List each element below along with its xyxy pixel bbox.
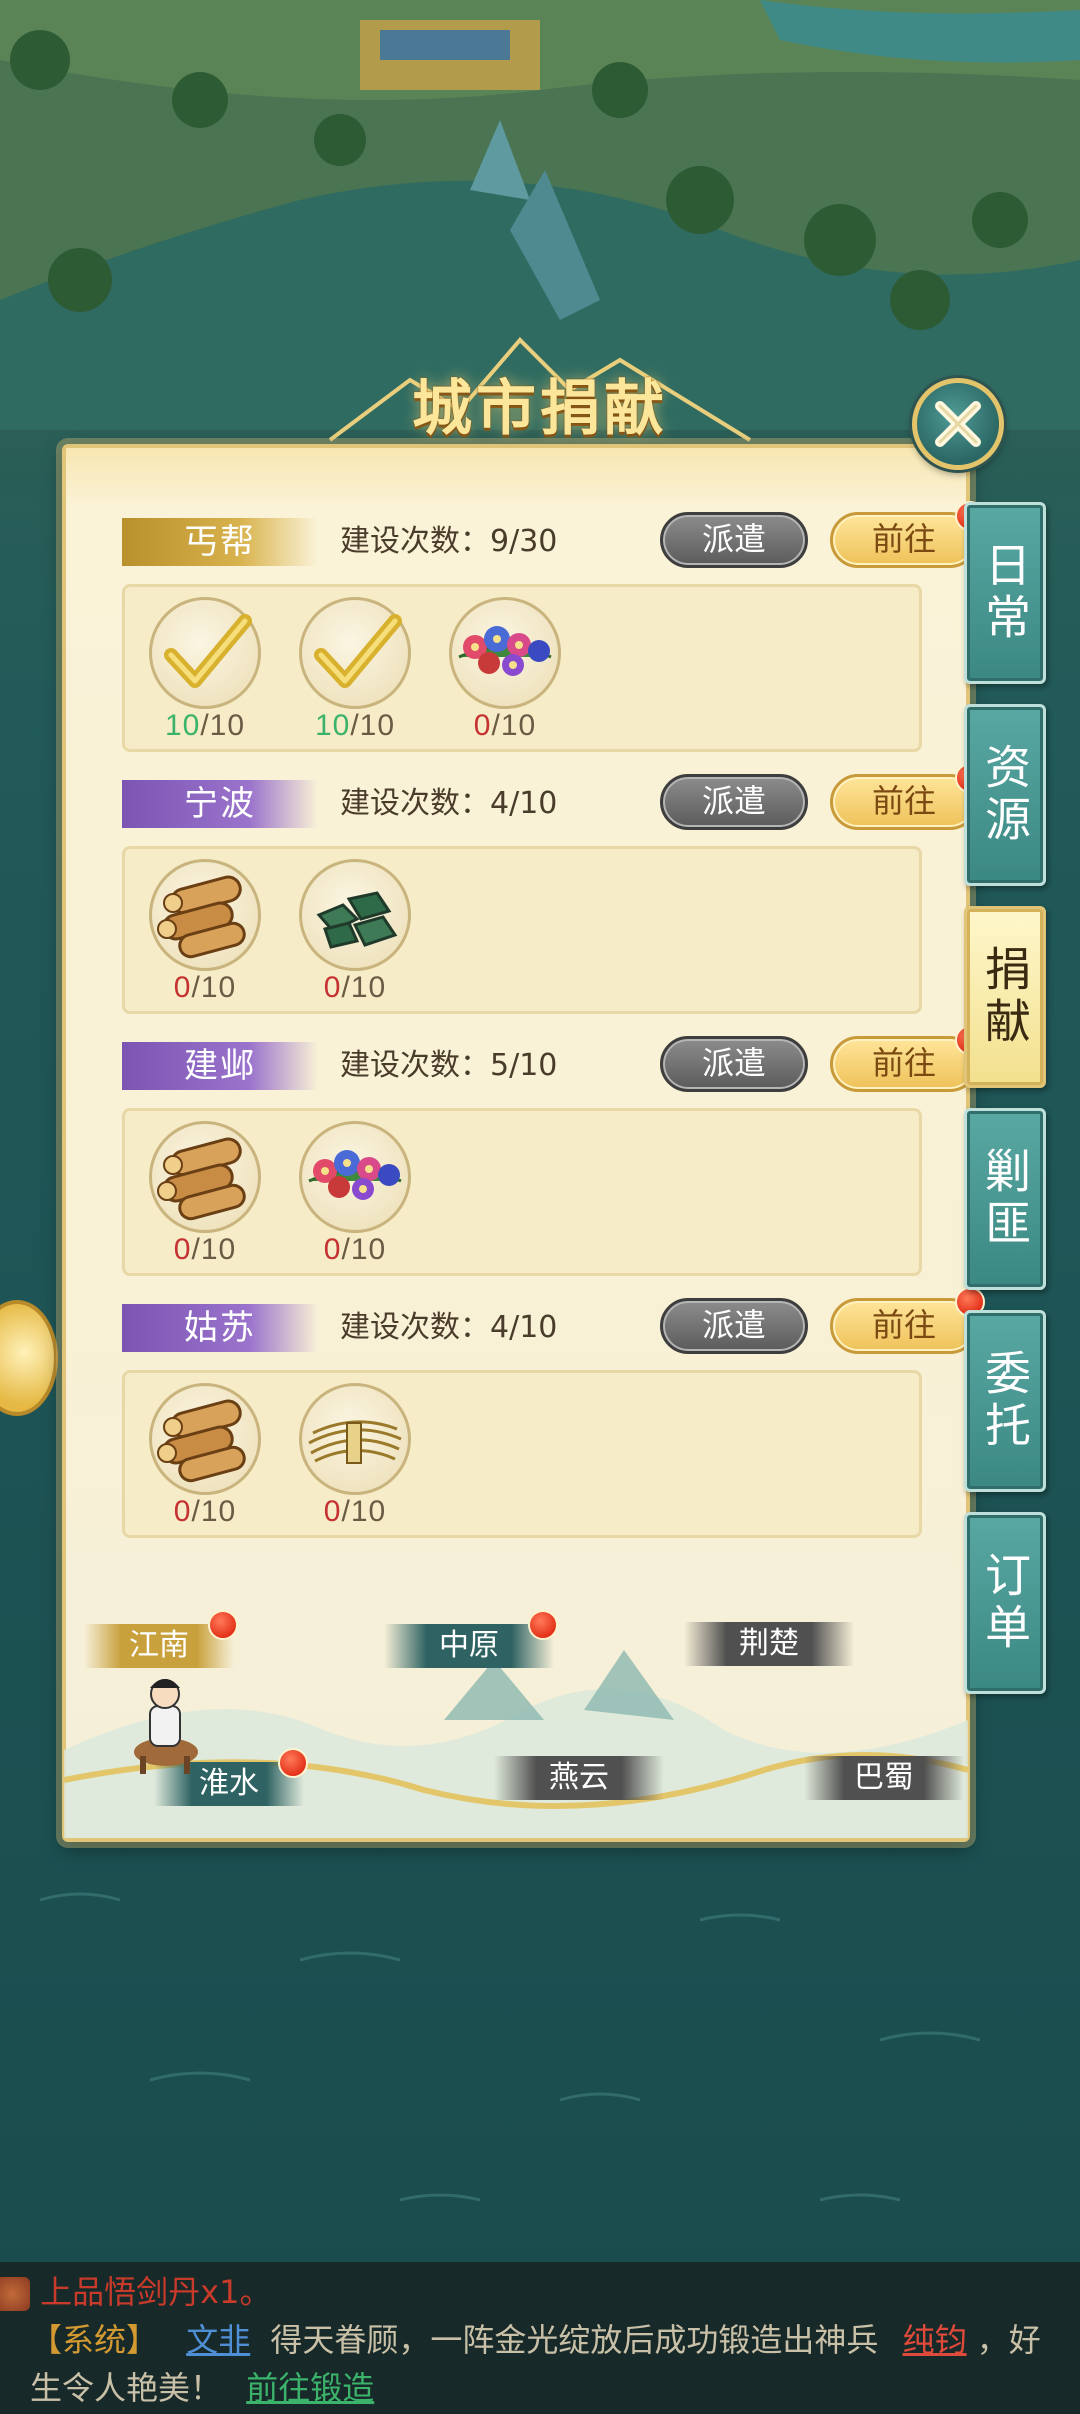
tab-0[interactable]: 日常 [964, 502, 1046, 684]
chat-message-line: 上品悟剑丹x1。 [0, 2268, 271, 2316]
city-name: 姑苏 [122, 1304, 318, 1352]
checkmark-icon [299, 597, 411, 709]
resource-item[interactable]: 10/10 [145, 597, 265, 743]
tab-1[interactable]: 资源 [964, 704, 1046, 886]
wood-logs-icon [149, 1121, 261, 1233]
resource-item[interactable]: 0/10 [145, 1383, 265, 1529]
required-items-box: 0/10 0/10 [122, 1370, 922, 1538]
build-count: 建设次数：5/10 [340, 1048, 558, 1083]
city-name: 丐帮 [122, 518, 318, 566]
panel-title: 城市捐献 [412, 374, 668, 444]
city-header: 丐帮 建设次数：9/30 派遣 前往 [122, 501, 985, 572]
city-row: 宁波 建设次数：4/10 派遣 前往 0/10 0/10 [122, 763, 985, 1014]
goto-button[interactable]: 前往 [830, 501, 985, 568]
region-zhongyuan[interactable]: 中原 [384, 1610, 558, 1668]
required-items-box: 10/10 10/10 0/10 [122, 584, 922, 752]
city-header: 宁波 建设次数：4/10 派遣 前往 [122, 763, 985, 834]
build-count: 建设次数：9/30 [340, 524, 558, 559]
scroll-icon [0, 2277, 30, 2311]
city-header: 建邺 建设次数：5/10 派遣 前往 [122, 1025, 985, 1096]
dispatch-button[interactable]: 派遣 [660, 512, 808, 568]
build-count: 建设次数：4/10 [340, 786, 558, 821]
close-button[interactable] [912, 378, 1004, 470]
dispatch-button[interactable]: 派遣 [660, 1298, 808, 1354]
flowers-icon [299, 1121, 411, 1233]
resource-count: 0/10 [323, 1233, 387, 1266]
region-jiangnan[interactable]: 江南 [84, 1610, 238, 1668]
city-row: 姑苏 建设次数：4/10 派遣 前往 0/10 0/10 [122, 1287, 985, 1538]
panel-title-banner: 城市捐献 [320, 320, 760, 460]
rider-character-icon [134, 1679, 198, 1774]
checkmark-icon [149, 597, 261, 709]
resource-item[interactable]: 0/10 [295, 1121, 415, 1267]
goto-button[interactable]: 前往 [830, 1025, 985, 1092]
dispatch-button[interactable]: 派遣 [660, 774, 808, 830]
notification-dot [278, 1748, 308, 1778]
resource-count: 0/10 [323, 971, 387, 1004]
tab-2[interactable]: 捐献 [964, 906, 1046, 1088]
region-map: 江南 中原 荆楚 淮水 燕云 巴蜀 [64, 1600, 968, 1838]
weapon-name-link[interactable]: 纯钧 [903, 2321, 967, 2359]
required-items-box: 0/10 0/10 [122, 1108, 922, 1276]
resource-count: 0/10 [173, 971, 237, 1004]
chat-message-line: 【系统】 文非 得天眷顾，一阵金光绽放后成功锻造出神兵 纯钧 ，好 [30, 2321, 1041, 2359]
tab-5[interactable]: 订单 [964, 1512, 1046, 1694]
tab-4[interactable]: 委托 [964, 1310, 1046, 1492]
region-yanyun[interactable]: 燕云 [494, 1756, 664, 1800]
required-items-box: 0/10 0/10 [122, 846, 922, 1014]
water-ripples [39, 1892, 981, 2202]
region-bashu[interactable]: 巴蜀 [804, 1756, 964, 1800]
city-header: 姑苏 建设次数：4/10 派遣 前往 [122, 1287, 985, 1358]
resource-item[interactable]: 0/10 [145, 859, 265, 1005]
close-icon [935, 401, 981, 447]
wheat-bundle-icon [299, 1383, 411, 1495]
city-row: 丐帮 建设次数：9/30 派遣 前往 10/10 10/10 0/10 [122, 501, 985, 752]
tab-3[interactable]: 剿匪 [964, 1108, 1046, 1290]
resource-item[interactable]: 0/10 [295, 859, 415, 1005]
city-row: 建邺 建设次数：5/10 派遣 前往 0/10 0/10 [122, 1025, 985, 1276]
wood-logs-icon [149, 859, 261, 971]
resource-count: 0/10 [473, 709, 537, 742]
resource-count: 10/10 [314, 709, 396, 742]
wood-logs-icon [149, 1383, 261, 1495]
goto-button[interactable]: 前往 [830, 763, 985, 830]
city-name: 宁波 [122, 780, 318, 828]
system-chat-feed[interactable]: 上品悟剑丹x1。 【系统】 文非 得天眷顾，一阵金光绽放后成功锻造出神兵 纯钧 … [0, 2262, 1080, 2414]
resource-count: 0/10 [323, 1495, 387, 1528]
resource-count: 0/10 [173, 1233, 237, 1266]
city-name: 建邺 [122, 1042, 318, 1090]
dispatch-button[interactable]: 派遣 [660, 1036, 808, 1092]
chat-message-line: 生令人艳美！ 前往锻造 [30, 2369, 375, 2407]
system-tag: 【系统】 [30, 2321, 159, 2359]
resource-count: 10/10 [164, 709, 246, 742]
notification-dot [528, 1610, 558, 1640]
flowers-icon [449, 597, 561, 709]
resource-item[interactable]: 0/10 [295, 1383, 415, 1529]
region-jingchu[interactable]: 荆楚 [684, 1622, 854, 1666]
resource-item[interactable]: 10/10 [295, 597, 415, 743]
resource-item[interactable]: 0/10 [145, 1121, 265, 1267]
player-name-link[interactable]: 文非 [186, 2321, 250, 2359]
goto-forge-link[interactable]: 前往锻造 [246, 2369, 374, 2407]
build-count: 建设次数：4/10 [340, 1310, 558, 1345]
notification-dot [208, 1610, 238, 1640]
goto-button[interactable]: 前往 [830, 1287, 985, 1354]
resource-count: 0/10 [173, 1495, 237, 1528]
jade-stones-icon [299, 859, 411, 971]
resource-item[interactable]: 0/10 [445, 597, 565, 743]
